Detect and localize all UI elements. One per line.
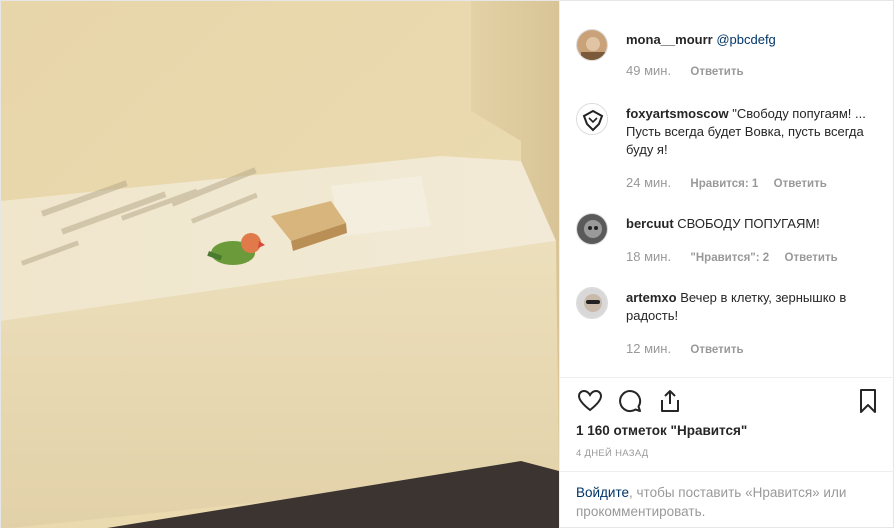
- comment-username[interactable]: bercuut: [626, 216, 674, 231]
- reply-button[interactable]: Ответить: [690, 66, 743, 78]
- photo-parrot-cage: [1, 1, 559, 528]
- comments-list[interactable]: mona__mourr @pbcdefg 49 мин. Ответить fo…: [560, 1, 894, 377]
- comment-text: СВОБОДУ ПОПУГАЯМ!: [677, 216, 820, 231]
- avatar[interactable]: [576, 29, 608, 61]
- comment-icon[interactable]: [616, 387, 644, 415]
- post-photo[interactable]: [1, 1, 559, 528]
- comment-meta: 12 мин. Ответить: [626, 341, 756, 356]
- login-link[interactable]: Войдите: [576, 485, 629, 500]
- share-icon[interactable]: [656, 387, 684, 415]
- login-prompt: Войдите, чтобы поставить «Нравится» или …: [576, 483, 876, 521]
- avatar[interactable]: [576, 213, 608, 245]
- comment-likes[interactable]: Нравится: 1: [690, 178, 758, 190]
- reply-button[interactable]: Ответить: [690, 344, 743, 356]
- comment-username[interactable]: mona__mourr: [626, 32, 713, 47]
- post-date[interactable]: 4 ДНЕЙ НАЗАД: [576, 448, 649, 459]
- action-bar: [576, 387, 882, 417]
- divider: [560, 471, 894, 472]
- likes-count[interactable]: 1 160 отметок "Нравится": [576, 423, 747, 438]
- comment-username[interactable]: artemxo: [626, 290, 677, 305]
- avatar[interactable]: [576, 287, 608, 319]
- comment-meta: 18 мин. "Нравится": 2 Ответить: [626, 249, 850, 264]
- comment-meta: 49 мин. Ответить: [626, 63, 756, 78]
- post-sidebar: mona__mourr @pbcdefg 49 мин. Ответить fo…: [559, 1, 894, 528]
- comment-time[interactable]: 24 мин.: [626, 175, 671, 190]
- comment-time[interactable]: 49 мин.: [626, 63, 671, 78]
- comment-username[interactable]: foxyartsmoscow: [626, 106, 729, 121]
- comment-likes[interactable]: "Нравится": 2: [690, 252, 769, 264]
- comment-mention[interactable]: @pbcdefg: [716, 32, 775, 47]
- reply-button[interactable]: Ответить: [785, 252, 838, 264]
- divider: [560, 377, 894, 378]
- reply-button[interactable]: Ответить: [774, 178, 827, 190]
- heart-icon[interactable]: [576, 387, 604, 415]
- instagram-post: mona__mourr @pbcdefg 49 мин. Ответить fo…: [0, 0, 894, 528]
- bookmark-icon[interactable]: [854, 387, 882, 415]
- comment-meta: 24 мин. Нравится: 1 Ответить: [626, 175, 839, 190]
- avatar[interactable]: [576, 103, 608, 135]
- comment-time[interactable]: 18 мин.: [626, 249, 671, 264]
- comment-time[interactable]: 12 мин.: [626, 341, 671, 356]
